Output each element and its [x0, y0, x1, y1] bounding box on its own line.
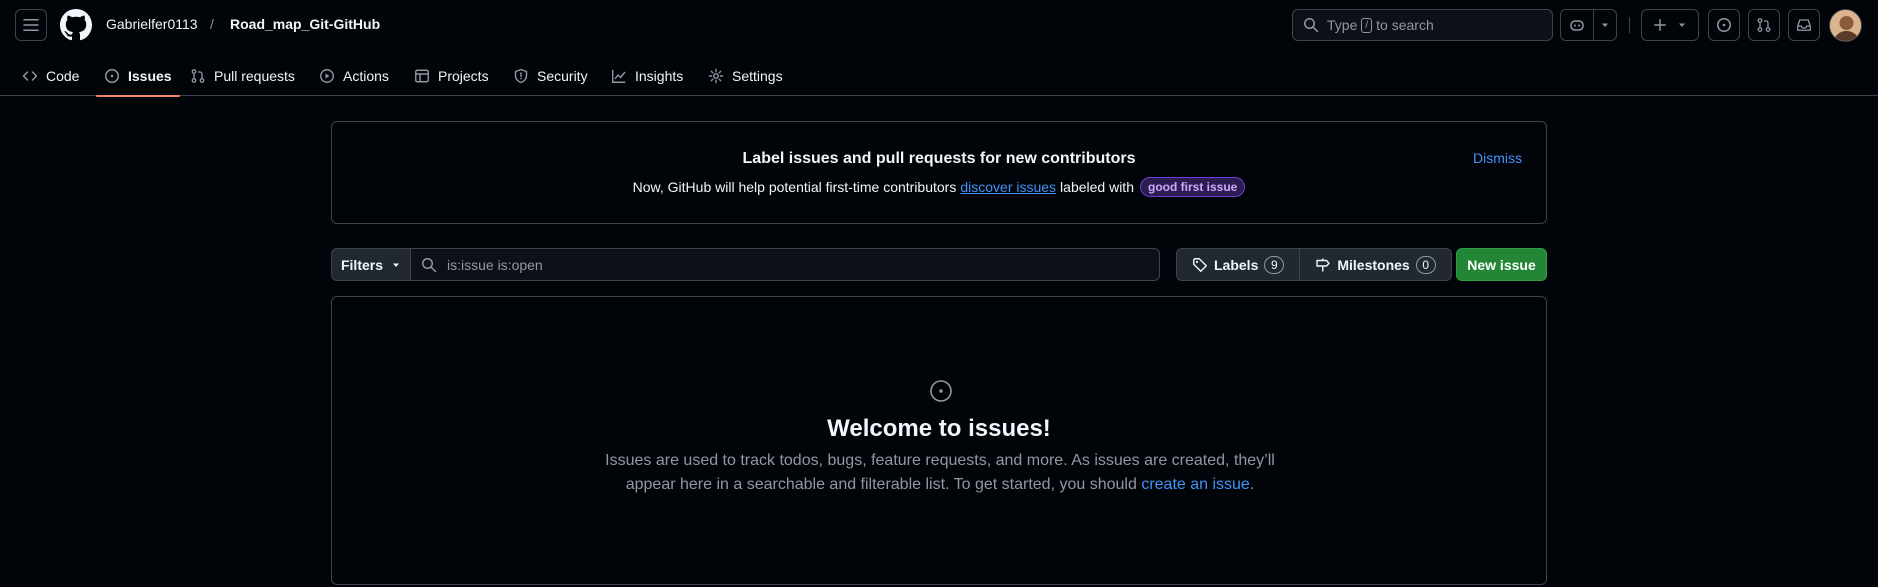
issue-search-input[interactable]: is:issue is:open	[410, 248, 1160, 281]
breadcrumb-owner[interactable]: Gabrielfer0113	[106, 16, 198, 32]
contributor-banner: Label issues and pull requests for new c…	[331, 121, 1547, 224]
tab-code[interactable]: Code	[14, 56, 87, 96]
copilot-dropdown-button[interactable]	[1593, 9, 1617, 41]
dismiss-button[interactable]: Dismiss	[1473, 150, 1522, 166]
good-first-issue-label[interactable]: good first issue	[1139, 177, 1246, 197]
inbox-button[interactable]	[1788, 9, 1820, 41]
issue-search-query: is:issue is:open	[447, 256, 543, 273]
blankslate-title: Welcome to issues!	[827, 415, 1051, 442]
banner-text-after: labeled with	[1060, 179, 1134, 195]
labels-label: Labels	[1214, 256, 1259, 273]
tab-label: Projects	[438, 68, 489, 84]
issues-blankslate: Welcome to issues! Issues are used to tr…	[331, 296, 1547, 585]
shield-icon	[513, 68, 529, 84]
labels-milestones-group: Labels 9 Milestones 0	[1176, 248, 1452, 281]
tab-label: Pull requests	[214, 68, 295, 84]
plus-icon	[1654, 19, 1666, 31]
tab-projects[interactable]: Projects	[406, 56, 497, 96]
labels-button[interactable]: Labels 9	[1177, 249, 1299, 280]
top-header: Gabrielfer0113 / Road_map_Git-GitHub Typ…	[0, 0, 1878, 97]
inbox-icon	[1797, 19, 1811, 31]
tag-icon	[1193, 257, 1207, 272]
search-prefix: Type	[1327, 17, 1358, 33]
search-icon	[1304, 18, 1319, 33]
pull-request-icon	[190, 68, 206, 84]
issue-icon	[929, 379, 953, 403]
banner-title: Label issues and pull requests for new c…	[742, 150, 1136, 167]
milestones-label: Milestones	[1337, 256, 1410, 273]
graph-icon	[611, 68, 627, 84]
filters-button[interactable]: Filters	[331, 248, 411, 281]
discover-issues-link[interactable]: discover issues	[960, 179, 1056, 195]
breadcrumb-repo[interactable]: Road_map_Git-GitHub	[230, 16, 380, 32]
tab-label: Actions	[343, 68, 389, 84]
create-new-button[interactable]	[1641, 9, 1699, 41]
banner-text: Now, GitHub will help potential first-ti…	[332, 177, 1546, 197]
new-issue-button[interactable]: New issue	[1456, 248, 1547, 281]
pull-request-icon	[1757, 18, 1771, 32]
milestones-button[interactable]: Milestones 0	[1299, 249, 1450, 280]
tab-settings[interactable]: Settings	[700, 56, 791, 96]
create-issue-link[interactable]: create an issue	[1141, 476, 1250, 493]
triangle-down-icon	[393, 263, 399, 267]
menu-button[interactable]	[15, 9, 47, 41]
issues-button[interactable]	[1708, 9, 1740, 41]
search-icon	[422, 257, 437, 272]
tab-label: Code	[46, 68, 80, 84]
issue-icon	[104, 68, 120, 84]
table-icon	[414, 68, 430, 84]
triangle-down-icon	[1602, 23, 1608, 27]
hamburger-icon	[23, 19, 39, 31]
copilot-icon	[1570, 20, 1584, 31]
header-divider	[1629, 17, 1630, 33]
global-bar: Gabrielfer0113 / Road_map_Git-GitHub Typ…	[0, 0, 1878, 50]
avatar[interactable]	[1829, 9, 1862, 42]
copilot-button[interactable]	[1560, 9, 1594, 41]
tab-actions[interactable]: Actions	[311, 56, 397, 96]
tab-issues[interactable]: Issues	[96, 56, 180, 97]
tab-label: Security	[537, 68, 588, 84]
tab-label: Issues	[128, 68, 172, 84]
search-shortcut-key: /	[1361, 17, 1373, 33]
filters-label: Filters	[340, 256, 383, 273]
tab-label: Insights	[635, 68, 684, 84]
issue-icon	[1717, 18, 1731, 32]
pull-requests-button[interactable]	[1748, 9, 1780, 41]
code-icon	[22, 68, 38, 84]
banner-text-before: Now, GitHub will help potential first-ti…	[632, 179, 957, 195]
breadcrumb-separator: /	[210, 16, 214, 32]
tab-label: Settings	[732, 68, 783, 84]
blankslate-text: Issues are used to track todos, bugs, fe…	[602, 449, 1278, 497]
labels-count: 9	[1264, 255, 1285, 274]
milestone-icon	[1316, 258, 1331, 271]
tab-security[interactable]: Security	[505, 56, 596, 96]
github-logo[interactable]	[60, 9, 92, 41]
tab-pull-requests[interactable]: Pull requests	[182, 56, 303, 96]
gear-icon	[708, 68, 724, 84]
global-search-input[interactable]: Type / to search	[1292, 9, 1553, 41]
blankslate-period: .	[1249, 476, 1255, 493]
tab-insights[interactable]: Insights	[603, 56, 691, 96]
repo-tabs: Code Issues Pull requests Actions Projects Se…	[0, 56, 1878, 97]
search-suffix: to search	[1376, 17, 1434, 33]
play-icon	[319, 68, 335, 84]
milestones-count: 0	[1415, 255, 1436, 274]
triangle-down-icon	[1679, 23, 1685, 27]
